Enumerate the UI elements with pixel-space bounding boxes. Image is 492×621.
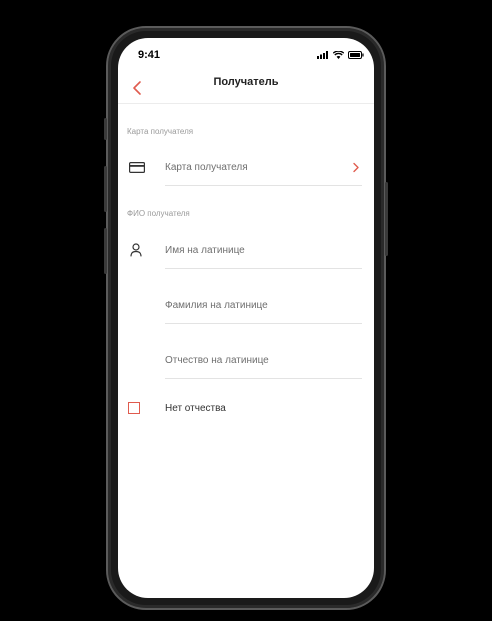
no-patronymic-label[interactable]: Нет отчества [165, 403, 226, 414]
wifi-icon [333, 51, 344, 59]
divider [165, 378, 362, 379]
chevron-right-icon [353, 162, 359, 173]
card-icon [129, 162, 145, 173]
divider [165, 185, 362, 186]
battery-icon [348, 51, 364, 59]
side-button-volume-up [104, 166, 107, 212]
side-button-volume-down [104, 228, 107, 274]
side-button-mute [104, 118, 107, 140]
card-section-label: Карта получателя [127, 127, 194, 136]
status-icons [317, 51, 364, 59]
patronymic-input[interactable]: Отчество на латинице [165, 355, 269, 366]
signal-icon [317, 51, 328, 59]
person-icon [130, 243, 142, 257]
divider [165, 268, 362, 269]
side-button-power [385, 182, 388, 256]
page-title: Получатель [213, 76, 279, 88]
screen: 9:41 Получатель Карта получателя Карта п… [118, 38, 374, 598]
divider [165, 323, 362, 324]
last-name-input[interactable]: Фамилия на латинице [165, 300, 268, 311]
no-patronymic-checkbox[interactable] [128, 402, 140, 414]
status-bar: 9:41 [118, 38, 374, 72]
status-time: 9:41 [138, 49, 161, 61]
card-field-label: Карта получателя [165, 162, 248, 173]
name-section-label: ФИО получателя [127, 209, 190, 218]
first-name-input[interactable]: Имя на латинице [165, 245, 245, 256]
